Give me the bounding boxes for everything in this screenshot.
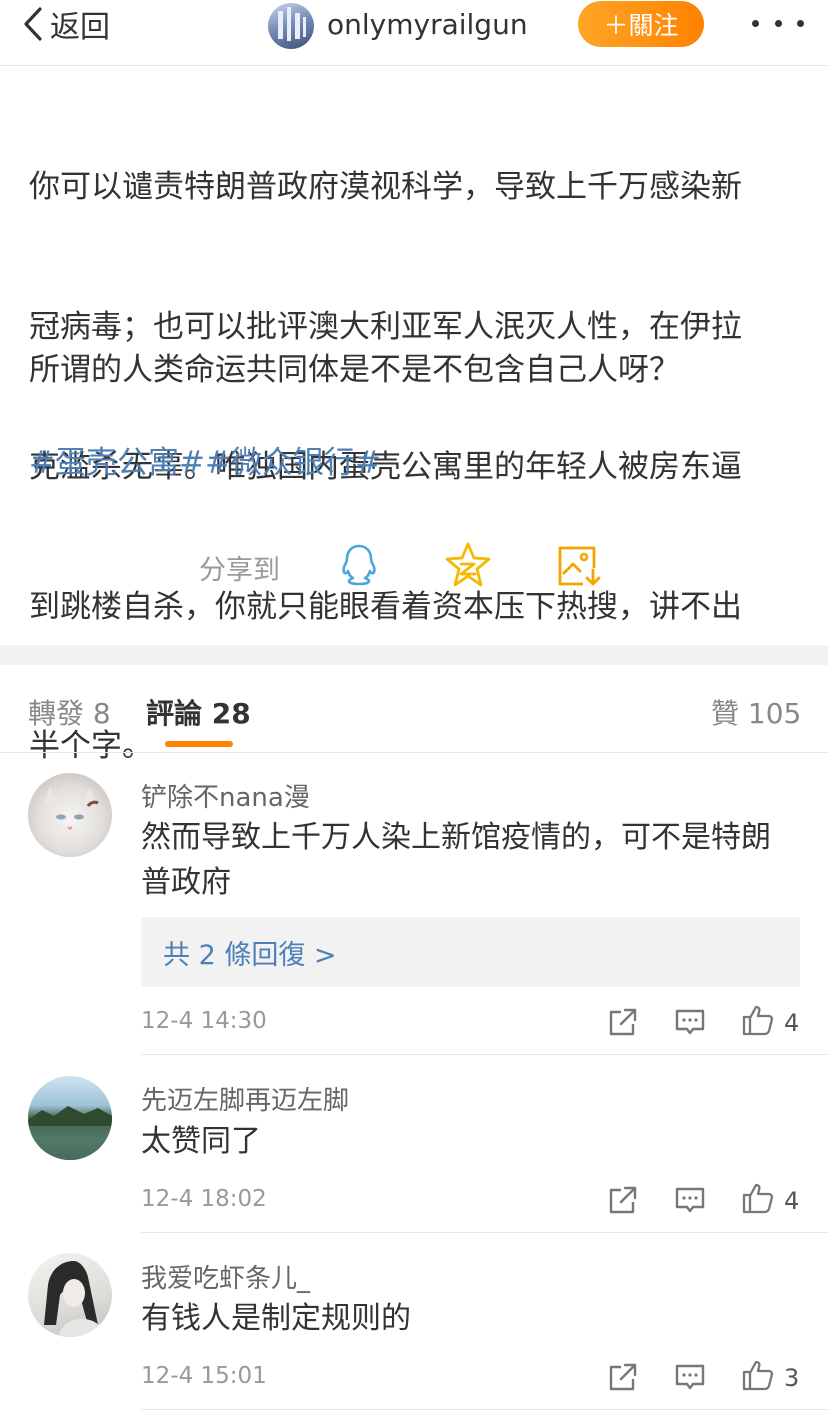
- top-nav-bar: 返回 onlymyrailgun ＋關注: [0, 0, 828, 66]
- comment-text: 然而导致上千万人染上新馆疫情的，可不是特朗 普政府: [141, 815, 801, 905]
- comment-icon[interactable]: [673, 1005, 707, 1039]
- post-line: 你可以谴责特朗普政府漠视科学，导致上千万感染新: [29, 169, 742, 206]
- comment-author[interactable]: 我爱吃虾条儿_: [141, 1258, 310, 1295]
- dot-icon: [774, 19, 782, 27]
- thumbs-up-icon[interactable]: [741, 1181, 775, 1215]
- like-count: 3: [784, 1364, 800, 1392]
- qq-icon[interactable]: [334, 540, 384, 590]
- landscape-icon: [28, 1106, 112, 1160]
- dot-icon: [797, 19, 804, 27]
- author-username[interactable]: onlymyrailgun: [327, 8, 528, 41]
- back-button[interactable]: 返回: [22, 4, 110, 45]
- comment-line: 太赞同了: [141, 1124, 261, 1159]
- comment-item: 先迈左脚再迈左脚 太赞同了 12-4 18:02 4: [0, 1055, 828, 1233]
- comment-line: 普政府: [141, 865, 231, 900]
- view-replies-label: 共 2 條回復 >: [163, 940, 337, 971]
- comment-icon[interactable]: [673, 1360, 707, 1394]
- repost-icon[interactable]: [606, 1360, 640, 1394]
- tab-reposts[interactable]: 轉發 8: [28, 692, 111, 732]
- like-count: 4: [784, 1187, 800, 1215]
- repost-icon[interactable]: [606, 1183, 640, 1217]
- author-avatar[interactable]: [268, 3, 314, 49]
- active-tab-indicator: [165, 741, 233, 747]
- follow-button[interactable]: ＋關注: [578, 1, 704, 47]
- qzone-star-icon[interactable]: [443, 540, 493, 590]
- thumbs-up-icon[interactable]: [741, 1358, 775, 1392]
- hashtag-list: #蛋壳公寓##微众银行#: [29, 440, 381, 486]
- comment-author[interactable]: 铲除不nana漫: [141, 777, 310, 814]
- view-replies-button[interactable]: 共 2 條回復 >: [141, 917, 800, 987]
- comment-line: 有钱人是制定规则的: [141, 1301, 411, 1336]
- comment-line: 然而导致上千万人染上新馆疫情的，可不是特朗: [141, 820, 771, 855]
- hashtag-link[interactable]: #蛋壳公寓#: [29, 445, 205, 481]
- comment-item: 我爱吃虾条儿_ 有钱人是制定规则的 12-4 15:01 3: [0, 1233, 828, 1415]
- comment-timestamp: 12-4 15:01: [141, 1363, 267, 1389]
- avatar[interactable]: [28, 773, 112, 857]
- portrait-icon: [44, 1261, 106, 1337]
- comment-divider: [141, 1409, 828, 1410]
- cat-face-icon: [44, 787, 99, 831]
- more-options-button[interactable]: [752, 8, 804, 38]
- share-label: 分享到: [199, 555, 280, 586]
- interaction-tabs: 轉發 8 評論 28 贊 105: [0, 665, 828, 753]
- comment-timestamp: 12-4 18:02: [141, 1186, 267, 1212]
- share-row: 分享到: [0, 534, 828, 598]
- chevron-left-icon: [24, 7, 42, 41]
- comment-author[interactable]: 先迈左脚再迈左脚: [141, 1080, 349, 1117]
- hashtag-link[interactable]: #微众银行#: [205, 445, 381, 481]
- tab-likes[interactable]: 贊 105: [711, 692, 801, 732]
- avatar[interactable]: [28, 1253, 112, 1337]
- section-separator: [0, 645, 828, 665]
- tab-comments[interactable]: 評論 28: [146, 692, 251, 732]
- like-count: 4: [784, 1009, 800, 1037]
- comment-item: 铲除不nana漫 然而导致上千万人染上新馆疫情的，可不是特朗 普政府 共 2 條…: [0, 753, 828, 1055]
- comment-icon[interactable]: [673, 1183, 707, 1217]
- comment-timestamp: 12-4 14:30: [141, 1008, 267, 1034]
- back-label: 返回: [50, 10, 110, 45]
- avatar[interactable]: [28, 1076, 112, 1160]
- repost-icon[interactable]: [606, 1005, 640, 1039]
- post-line: 冠病毒；也可以批评澳大利亚军人泯灭人性，在伊拉: [29, 308, 742, 345]
- thumbs-up-icon[interactable]: [741, 1003, 775, 1037]
- save-image-icon[interactable]: [553, 540, 603, 590]
- post-question: 所谓的人类命运共同体是不是不包含自己人呀？: [29, 352, 680, 388]
- comment-text: 有钱人是制定规则的: [141, 1296, 801, 1341]
- dot-icon: [752, 19, 759, 27]
- comment-text: 太赞同了: [141, 1119, 801, 1164]
